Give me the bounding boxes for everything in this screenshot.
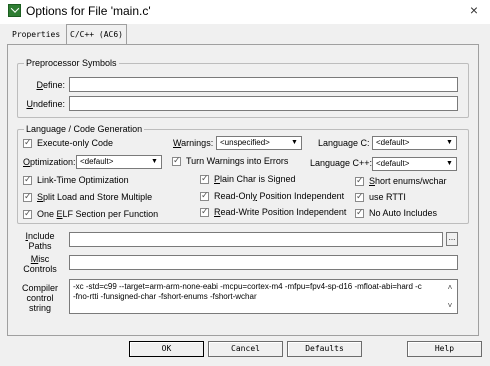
compiler-control-string: -xc -std=c99 --target=arm-arm-none-eabi … bbox=[69, 279, 458, 314]
one-elf-text: LF Section per Function bbox=[62, 209, 159, 219]
rw-pi-text: ead-Write Position Independent bbox=[220, 207, 347, 217]
language-cpp-value: <default> bbox=[376, 159, 410, 168]
language-cpp-select[interactable]: <default> ▼ bbox=[372, 157, 457, 171]
plain-char-label: Plain Char is Signed bbox=[214, 174, 296, 184]
ro-pi-checkbox[interactable] bbox=[200, 190, 209, 201]
close-icon[interactable]: × bbox=[466, 2, 482, 18]
optimization-label-mnemonic: O bbox=[23, 157, 31, 167]
ro-pi-text-pre: Read-Onl bbox=[214, 191, 253, 201]
warnings-label-mnemonic: W bbox=[173, 138, 182, 148]
ro-pi-label: Read-Only Position Independent bbox=[214, 191, 344, 201]
rtti-checkbox[interactable] bbox=[355, 191, 364, 202]
include-paths-label: Include Paths bbox=[18, 231, 62, 251]
chevron-down-icon[interactable]: ▼ bbox=[443, 158, 456, 170]
short-enums-text: hort enums/wchar bbox=[375, 176, 447, 186]
split-load-checkbox[interactable] bbox=[23, 191, 32, 202]
compiler-control-line2: -fno-rtti -funsigned-char -fshort-enums … bbox=[73, 292, 257, 301]
define-input[interactable] bbox=[69, 77, 458, 92]
compiler-control-line1: -xc -std=c99 --target=arm-arm-none-eabi … bbox=[73, 282, 422, 291]
language-c-value: <default> bbox=[376, 138, 410, 147]
language-c-label: Language C: bbox=[318, 138, 370, 148]
include-text-line2: Paths bbox=[28, 241, 52, 251]
execute-only-checkbox[interactable] bbox=[23, 137, 32, 148]
define-label: Define: bbox=[20, 80, 65, 90]
execute-only-label: Execute-only Code bbox=[37, 138, 114, 148]
optimization-select[interactable]: <default> ▼ bbox=[76, 155, 162, 169]
optimization-value: <default> bbox=[80, 157, 114, 166]
warnings-label-text: arnings: bbox=[181, 138, 214, 148]
misc-text-line2: Controls bbox=[23, 264, 57, 274]
title-bar: Options for File 'main.c' × bbox=[0, 0, 490, 24]
one-elf-label: One ELF Section per Function bbox=[37, 209, 158, 219]
chevron-down-icon[interactable]: ▼ bbox=[288, 137, 301, 149]
compiler-label-line3: string bbox=[28, 303, 51, 313]
warnings-select[interactable]: <unspecified> ▼ bbox=[216, 136, 302, 150]
one-elf-text-pre: One bbox=[37, 209, 57, 219]
tab-properties[interactable]: Properties bbox=[9, 27, 63, 43]
short-enums-checkbox[interactable] bbox=[355, 175, 364, 186]
turn-warnings-errors-label: Turn Warnings into Errors bbox=[186, 156, 289, 166]
include-text: nclude bbox=[27, 231, 55, 241]
split-load-label: Split Load and Store Multiple bbox=[37, 192, 152, 202]
rw-pi-label: Read-Write Position Independent bbox=[214, 207, 346, 217]
cancel-button[interactable]: Cancel bbox=[208, 341, 283, 357]
plain-char-checkbox[interactable] bbox=[200, 173, 209, 184]
turn-warnings-errors-checkbox[interactable] bbox=[172, 155, 181, 166]
compiler-control-label: Compiler control string bbox=[18, 283, 62, 313]
undefine-label-text: ndefine: bbox=[32, 99, 65, 109]
no-auto-includes-label: No Auto Includes bbox=[369, 208, 438, 218]
plain-char-text: lain Char is Signed bbox=[220, 174, 296, 184]
help-button[interactable]: Help bbox=[407, 341, 482, 357]
compiler-label-line1: Compiler bbox=[21, 283, 58, 293]
optimization-label-text: ptimization: bbox=[30, 157, 76, 167]
codegen-group-title: Language / Code Generation bbox=[26, 124, 143, 134]
ro-pi-text: Position Independent bbox=[257, 191, 345, 201]
rw-pi-checkbox[interactable] bbox=[200, 206, 209, 217]
optimization-label: Optimization: bbox=[23, 157, 76, 167]
undefine-input[interactable] bbox=[69, 96, 458, 111]
language-cpp-label: Language C++: bbox=[310, 158, 373, 168]
include-paths-input[interactable] bbox=[69, 232, 443, 247]
split-load-text: plit Load and Store Multiple bbox=[43, 192, 153, 202]
language-c-select[interactable]: <default> ▼ bbox=[372, 136, 457, 150]
scroll-down-icon[interactable]: ˅ bbox=[445, 301, 455, 311]
rtti-label: use RTTI bbox=[369, 192, 406, 202]
tab-c-cpp-ac6[interactable]: C/C++ (AC6) bbox=[66, 24, 127, 45]
misc-controls-input[interactable] bbox=[69, 255, 458, 270]
chevron-down-icon[interactable]: ▼ bbox=[443, 137, 456, 149]
warnings-label: Warnings: bbox=[173, 138, 213, 148]
short-enums-label: Short enums/wchar bbox=[369, 176, 447, 186]
lto-label: Link-Time Optimization bbox=[37, 175, 129, 185]
defaults-button[interactable]: Defaults bbox=[287, 341, 362, 357]
misc-controls-label: Misc Controls bbox=[18, 254, 62, 274]
ok-button[interactable]: OK bbox=[129, 341, 204, 357]
undefine-label: Undefine: bbox=[20, 99, 65, 109]
define-label-text: efine: bbox=[42, 80, 65, 90]
preprocessor-group-title: Preprocessor Symbols bbox=[26, 58, 117, 68]
window-title: Options for File 'main.c' bbox=[26, 4, 151, 18]
app-icon bbox=[8, 4, 21, 17]
misc-text: isc bbox=[38, 254, 50, 264]
include-paths-browse-button[interactable]: ... bbox=[446, 232, 458, 246]
chevron-down-icon[interactable]: ▼ bbox=[148, 156, 161, 168]
one-elf-checkbox[interactable] bbox=[23, 208, 32, 219]
no-auto-includes-checkbox[interactable] bbox=[355, 207, 364, 218]
lto-checkbox[interactable] bbox=[23, 174, 32, 185]
scroll-up-icon[interactable]: ˄ bbox=[445, 283, 455, 293]
compiler-label-line2: control bbox=[26, 293, 54, 303]
warnings-value: <unspecified> bbox=[220, 138, 270, 147]
